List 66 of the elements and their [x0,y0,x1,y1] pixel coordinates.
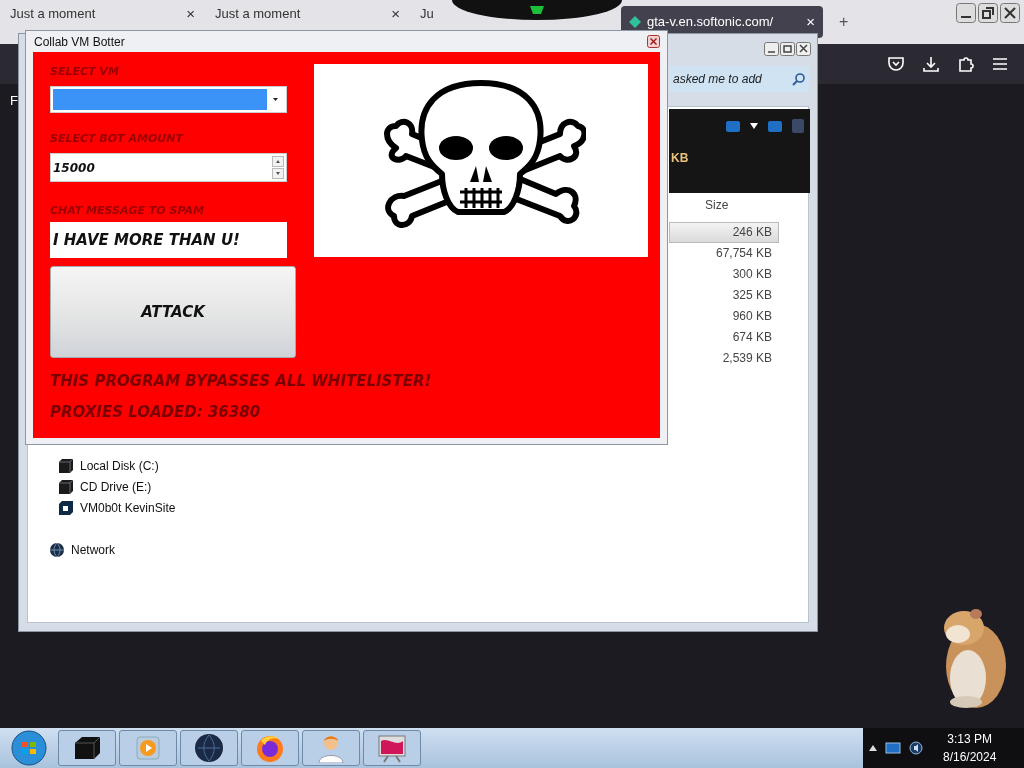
taskbar-button[interactable] [58,730,116,766]
page-text: F [10,92,18,110]
nav-item[interactable]: VM0b0t KevinSite [80,498,176,517]
maximize-icon[interactable] [780,42,795,56]
tab-title: Ju [420,5,434,24]
size-cell-text: 67,754 KB [714,245,773,262]
globe-icon [194,733,224,763]
size-text: KB [671,150,690,167]
browser-tab[interactable]: Just a moment × [0,0,205,28]
close-tab-button[interactable]: × [806,10,815,34]
new-tab-button[interactable]: + [839,10,849,34]
person-icon [317,733,345,763]
globe-icon [49,541,65,558]
download-icon[interactable] [922,55,940,73]
close-icon[interactable] [796,42,811,56]
minimize-icon[interactable] [956,3,976,23]
up-arrow-icon[interactable] [869,745,877,751]
column-header[interactable]: Size [669,196,779,222]
message-field[interactable]: I HAVE MORE THAN U! [50,222,287,258]
restore-icon[interactable] [978,3,998,23]
clock-date[interactable]: 8/16/2024 [943,748,997,766]
field-label: CHAT MESSAGE TO SPAM [50,203,205,219]
dropdown-arrow-icon[interactable] [750,123,758,129]
info-text: THIS PROGRAM BYPASSES ALL WHITELISTER! [50,371,433,392]
field-label: SELECT BOT AMOUNT [50,131,185,147]
size-cell-text: 300 KB [731,266,773,283]
search-icon [792,72,805,86]
close-tab-button[interactable]: × [391,2,400,26]
search-field[interactable]: asked me to add [669,66,809,92]
size-cell-text: 674 KB [731,329,773,346]
size-cell-text: 325 KB [731,287,773,304]
vm-dropdown[interactable] [50,86,287,113]
amount-spinner[interactable]: 15000 [50,153,287,182]
size-cell-text: 2,539 KB [721,350,773,367]
play-icon [136,736,160,760]
browser-tab[interactable]: Just a moment × [205,0,410,28]
nav-item[interactable]: Local Disk (C:) [80,456,159,475]
minimize-icon[interactable] [764,42,779,56]
taskbar-button[interactable] [180,730,238,766]
close-icon[interactable] [1000,3,1020,23]
tab-title: gta-v.en.softonic.com/ [647,13,774,32]
start-button[interactable] [11,730,47,766]
info-text: PROXIES LOADED: 36380 [50,401,262,423]
nav-item[interactable]: CD Drive (E:) [80,477,152,496]
close-icon[interactable] [647,35,660,48]
puzzle-icon[interactable] [957,55,975,73]
monitor-icon [376,733,408,763]
search-text: asked me to add [673,71,763,88]
screen-icon[interactable] [726,120,740,132]
tab-title: Just a moment [215,5,301,24]
size-cell-text: 960 KB [731,308,773,325]
tab-title: Just a moment [10,5,96,24]
screen-icon[interactable] [768,120,782,132]
nav-item[interactable]: Network [71,540,115,559]
firefox-icon [255,733,285,763]
clock-time[interactable]: 3:13 PM [947,730,993,748]
menu-icon[interactable] [992,57,1008,71]
pocket-icon[interactable] [887,55,905,73]
speaker-icon[interactable] [909,740,923,756]
window-title: Collab VM Botter [33,33,126,51]
attack-button[interactable]: ATTACK [50,266,296,358]
field-label: SELECT VM [50,64,120,80]
size-cell: 246 KB [669,222,779,243]
diamond-icon [629,16,641,28]
close-tab-button[interactable]: × [186,2,195,26]
drive-icon [72,735,102,761]
